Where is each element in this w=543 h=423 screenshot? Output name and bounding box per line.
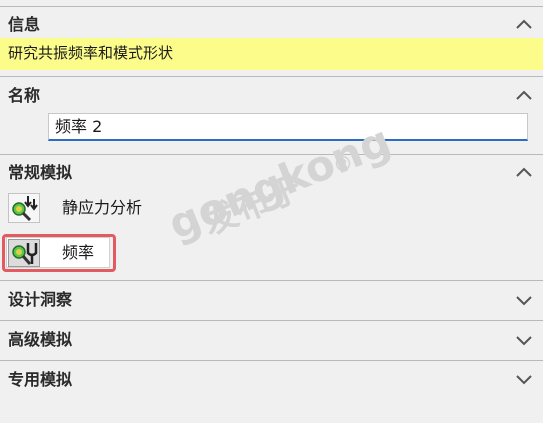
section-title-general: 常规模拟 bbox=[8, 163, 73, 182]
top-divider bbox=[0, 6, 543, 7]
chevron-down-icon[interactable] bbox=[515, 334, 533, 346]
chevron-up-icon[interactable] bbox=[515, 166, 533, 178]
section-title-special: 专用模拟 bbox=[8, 370, 73, 389]
study-label-static: 静应力分析 bbox=[62, 198, 143, 217]
section-title-design: 设计洞察 bbox=[8, 290, 73, 309]
frequency-icon bbox=[8, 239, 40, 267]
static-analysis-icon bbox=[8, 193, 40, 223]
divider bbox=[0, 360, 543, 361]
study-label-frequency: 频率 bbox=[62, 243, 95, 262]
section-title-name: 名称 bbox=[8, 86, 41, 105]
chevron-up-icon[interactable] bbox=[515, 18, 533, 30]
divider bbox=[0, 280, 543, 281]
watermark-line1: 发布于 bbox=[197, 168, 308, 244]
info-message-text: 研究共振频率和模式形状 bbox=[8, 44, 174, 62]
info-message-banner: 研究共振频率和模式形状 bbox=[0, 38, 543, 70]
study-name-input[interactable]: 频率 2 bbox=[48, 113, 528, 141]
section-title-info: 信息 bbox=[8, 15, 41, 34]
chevron-up-icon[interactable] bbox=[515, 89, 533, 101]
divider bbox=[0, 320, 543, 321]
chevron-down-icon[interactable] bbox=[515, 294, 533, 306]
watermark-registered: ® bbox=[333, 152, 353, 176]
section-title-advanced: 高级模拟 bbox=[8, 330, 73, 349]
divider bbox=[0, 76, 543, 77]
chevron-down-icon[interactable] bbox=[515, 373, 533, 385]
divider bbox=[0, 154, 543, 155]
